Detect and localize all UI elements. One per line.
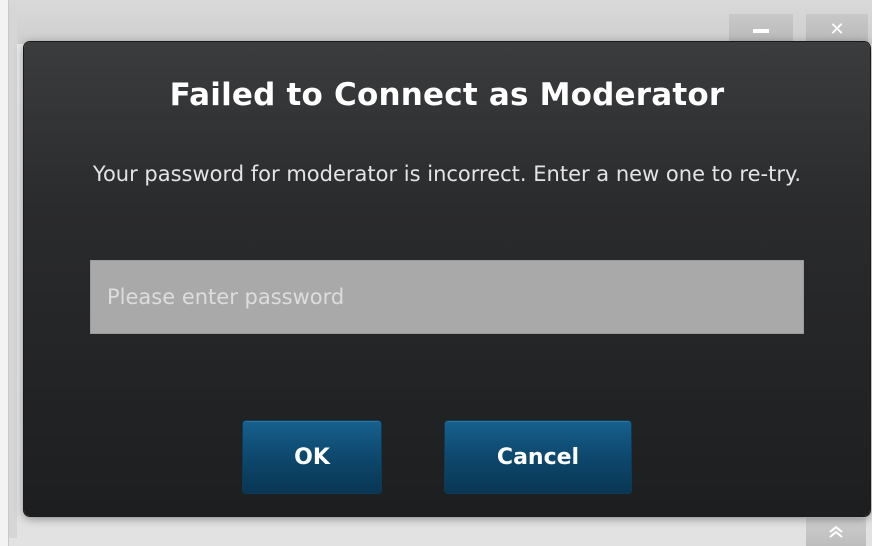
ok-button[interactable]: OK bbox=[242, 420, 382, 494]
double-chevron-up-icon bbox=[829, 525, 843, 538]
password-input[interactable] bbox=[90, 260, 804, 334]
moderator-login-dialog: Failed to Connect as Moderator Your pass… bbox=[24, 42, 870, 516]
background-window-edge bbox=[9, 8, 17, 538]
ok-button-label: OK bbox=[294, 444, 330, 470]
dialog-title: Failed to Connect as Moderator bbox=[169, 77, 725, 113]
scroll-up-button[interactable] bbox=[806, 518, 866, 546]
minimize-icon bbox=[753, 29, 769, 33]
cancel-button-label: Cancel bbox=[496, 444, 580, 470]
dialog-message: Your password for moderator is incorrect… bbox=[92, 162, 802, 186]
close-icon: ✕ bbox=[829, 18, 845, 40]
close-window-button[interactable]: ✕ bbox=[806, 14, 868, 44]
cancel-button[interactable]: Cancel bbox=[444, 420, 632, 494]
minimize-button[interactable] bbox=[729, 14, 793, 44]
